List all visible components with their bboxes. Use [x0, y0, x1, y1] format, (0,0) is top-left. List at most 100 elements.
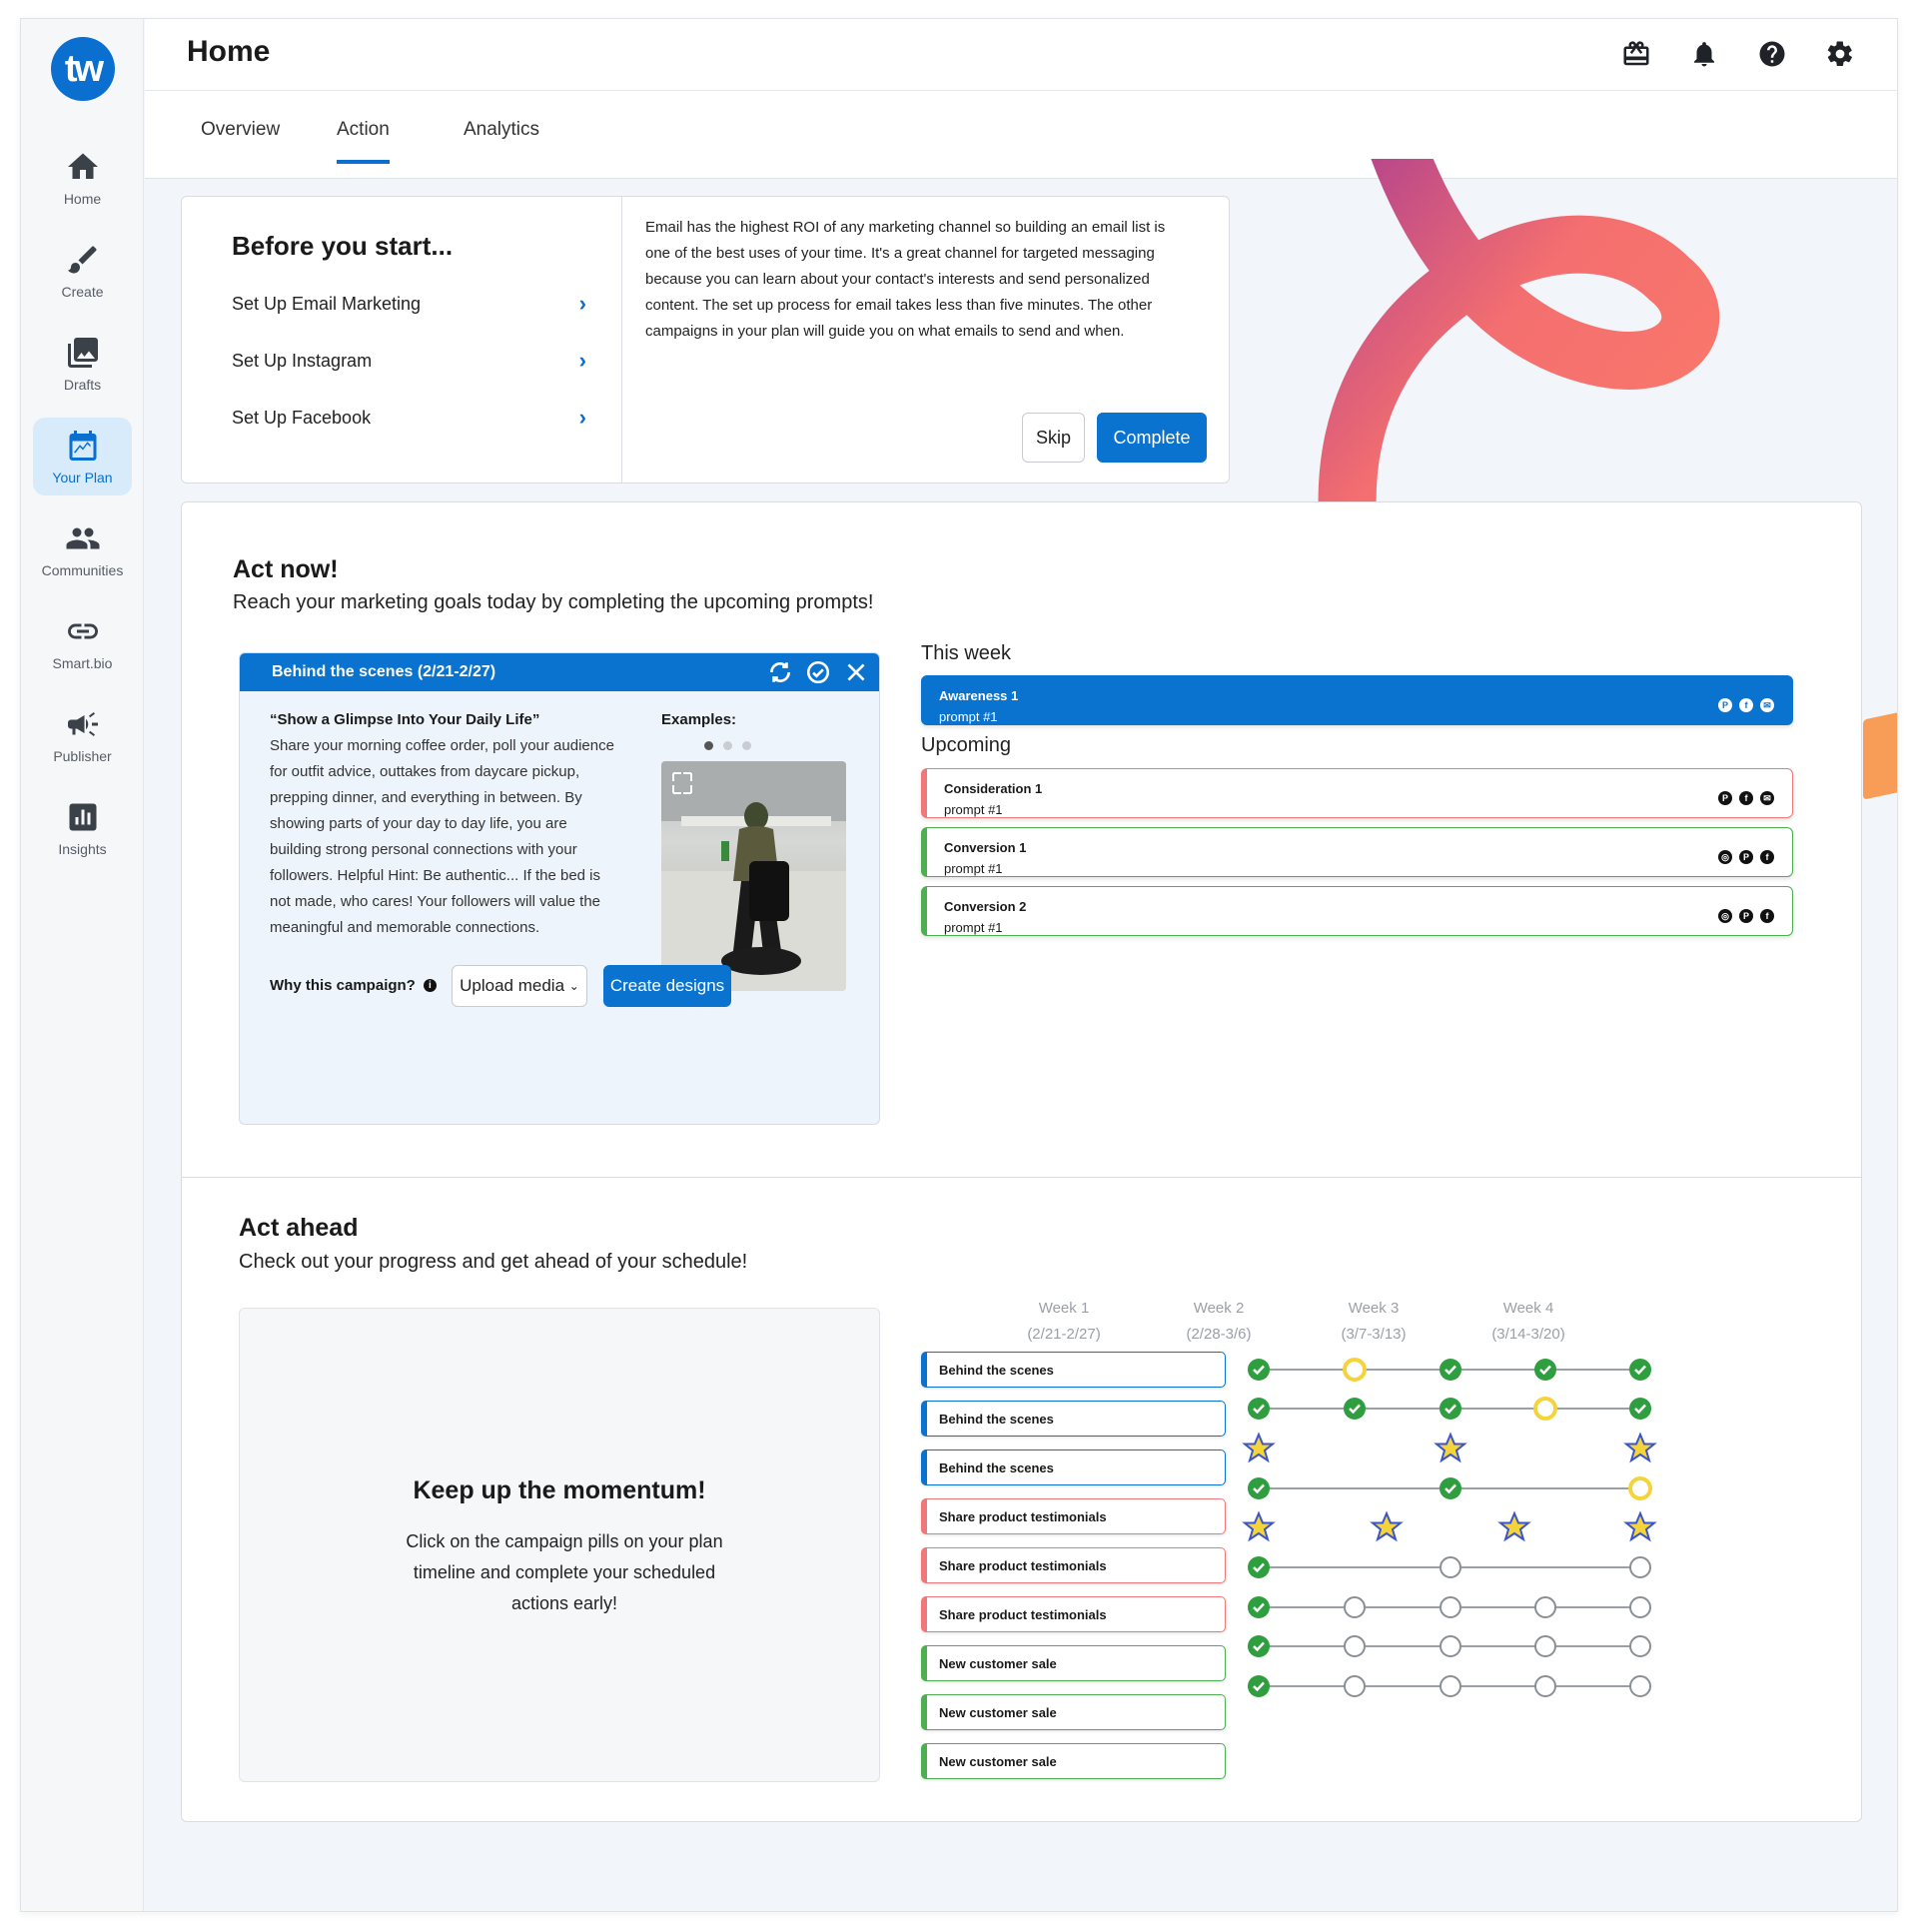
skip-button[interactable]: Skip	[1022, 413, 1085, 463]
images-icon	[67, 338, 98, 368]
gear-icon[interactable]	[1825, 39, 1855, 69]
setup-list: Before you start... Set Up Email Marketi…	[182, 197, 622, 483]
campaign-pill[interactable]: New customer sale	[921, 1645, 1226, 1681]
home-icon	[67, 153, 98, 179]
setup-email-link[interactable]: Set Up Email Marketing ›	[232, 291, 586, 317]
facebook-icon: f	[1760, 909, 1774, 923]
pinterest-icon: P	[1718, 791, 1732, 805]
email-icon: ✉	[1760, 698, 1774, 712]
sidebar-item-communities[interactable]: Communities	[33, 510, 132, 588]
facebook-icon: f	[1739, 698, 1753, 712]
why-campaign-link[interactable]: Why this campaign? i	[270, 977, 437, 994]
refresh-icon[interactable]	[767, 659, 793, 685]
before-you-start-card: Before you start... Set Up Email Marketi…	[181, 196, 1230, 483]
top-header: Home	[145, 19, 1897, 91]
pinterest-icon: P	[1739, 850, 1753, 864]
act-ahead-subtitle: Check out your progress and get ahead of…	[239, 1251, 748, 1273]
tab-action[interactable]: Action	[337, 119, 390, 164]
sidebar-item-insights[interactable]: Insights	[33, 789, 132, 867]
prompt-quote: “Show a Glimpse Into Your Daily Life”	[270, 711, 540, 728]
campaign-pill[interactable]: Share product testimonials	[921, 1498, 1226, 1534]
close-icon[interactable]	[843, 659, 869, 685]
prompt-header: Behind the scenes (2/21-2/27)	[240, 653, 879, 691]
complete-button[interactable]: Complete	[1097, 413, 1207, 463]
tab-analytics[interactable]: Analytics	[464, 119, 539, 160]
gift-icon[interactable]	[1621, 39, 1651, 69]
app-logo[interactable]: tw	[51, 37, 115, 101]
week-header-1: Week 1 (2/21-2/27)	[1027, 1300, 1101, 1343]
campaign-pill[interactable]: Behind the scenes	[921, 1449, 1226, 1485]
header-actions	[1621, 39, 1855, 69]
calendar-chart-icon	[69, 431, 96, 461]
sidebar-item-home[interactable]: Home	[33, 139, 132, 217]
sidebar-item-drafts[interactable]: Drafts	[33, 325, 132, 403]
campaign-pill[interactable]: Share product testimonials	[921, 1547, 1226, 1583]
act-now-subtitle: Reach your marketing goals today by comp…	[233, 591, 874, 613]
campaign-pill[interactable]: Behind the scenes	[921, 1401, 1226, 1437]
prompt-body: Share your morning coffee order, poll yo…	[270, 737, 614, 936]
section-divider	[182, 1177, 1861, 1178]
check-circle-icon[interactable]	[805, 659, 831, 685]
decorative-accent	[1863, 712, 1897, 800]
decorative-ribbon	[1318, 159, 1720, 538]
campaign-pill[interactable]: New customer sale	[921, 1743, 1226, 1779]
instagram-icon: ◎	[1718, 909, 1732, 923]
act-ahead-title: Act ahead	[239, 1214, 359, 1242]
email-icon: ✉	[1760, 791, 1774, 805]
before-start-title: Before you start...	[232, 231, 454, 261]
campaign-pill[interactable]: New customer sale	[921, 1694, 1226, 1730]
upload-media-dropdown[interactable]: Upload media ⌄	[452, 965, 587, 1007]
prompt-pill-awareness[interactable]: Awareness 1 prompt #1 Pf ✉	[921, 675, 1793, 725]
megaphone-icon	[67, 712, 98, 736]
momentum-panel: Keep up the momentum! Click on the campa…	[239, 1308, 880, 1782]
example-photo[interactable]	[661, 761, 846, 991]
week-header-3: Week 3 (3/7-3/13)	[1341, 1300, 1407, 1343]
tab-overview[interactable]: Overview	[201, 119, 280, 160]
act-card: Act now! Reach your marketing goals toda…	[181, 501, 1862, 1822]
chevron-right-icon: ›	[578, 291, 586, 316]
help-icon[interactable]	[1757, 39, 1787, 69]
chevron-right-icon: ›	[578, 348, 586, 373]
create-designs-button[interactable]: Create designs	[603, 965, 731, 1007]
bell-icon[interactable]	[1689, 39, 1719, 69]
brush-icon	[67, 246, 96, 274]
prompt-header-title: Behind the scenes (2/21-2/27)	[272, 663, 496, 680]
this-week-label: This week	[921, 642, 1012, 664]
prompt-pill-conversion-2[interactable]: Conversion 2 prompt #1 ◎ Pf	[921, 886, 1793, 936]
facebook-icon: f	[1739, 791, 1753, 805]
pinterest-icon: P	[1739, 909, 1753, 923]
sidebar-item-create[interactable]: Create	[33, 232, 132, 310]
campaign-pill[interactable]: Share product testimonials	[921, 1596, 1226, 1632]
chevron-down-icon: ⌄	[568, 979, 579, 993]
setup-instagram-link[interactable]: Set Up Instagram ›	[232, 348, 586, 374]
link-icon	[67, 623, 98, 639]
plan-timeline	[1244, 1357, 1655, 1699]
prompt-pill-conversion-1[interactable]: Conversion 1 prompt #1 ◎ Pf	[921, 827, 1793, 877]
campaign-pill[interactable]: Behind the scenes	[921, 1352, 1226, 1388]
act-now-title: Act now!	[233, 555, 339, 583]
setup-description: Email has the highest ROI of any marketi…	[645, 219, 1166, 340]
bar-chart-icon	[69, 803, 96, 831]
setup-facebook-link[interactable]: Set Up Facebook ›	[232, 405, 586, 431]
momentum-body: Click on the campaign pills on your plan…	[406, 1531, 723, 1613]
week-header-4: Week 4 (3/14-3/20)	[1491, 1300, 1565, 1343]
prompt-pill-consideration[interactable]: Consideration 1 prompt #1 Pf ✉	[921, 768, 1793, 818]
chevron-right-icon: ›	[578, 405, 586, 430]
upcoming-label: Upcoming	[921, 734, 1012, 756]
people-icon	[66, 527, 99, 549]
examples-label: Examples:	[661, 711, 737, 728]
sidebar-item-smart-bio[interactable]: Smart.bio	[33, 603, 132, 681]
info-icon: i	[423, 979, 437, 992]
sidebar: tw Home Create Drafts Your Plan Communit…	[21, 19, 144, 1911]
week-header-2: Week 2 (2/28-3/6)	[1186, 1300, 1252, 1343]
prompt-card: Behind the scenes (2/21-2/27) “Show a Gl…	[239, 652, 880, 1125]
tab-bar: Overview Action Analytics	[145, 91, 1897, 179]
sidebar-item-your-plan[interactable]: Your Plan	[33, 418, 132, 495]
facebook-icon: f	[1760, 850, 1774, 864]
carousel-dots[interactable]	[704, 741, 751, 750]
sidebar-item-publisher[interactable]: Publisher	[33, 696, 132, 774]
page-title: Home	[187, 35, 271, 68]
example-photo-illustration	[661, 761, 846, 991]
app-window: tw Home Create Drafts Your Plan Communit…	[20, 18, 1898, 1912]
instagram-icon: ◎	[1718, 850, 1732, 864]
